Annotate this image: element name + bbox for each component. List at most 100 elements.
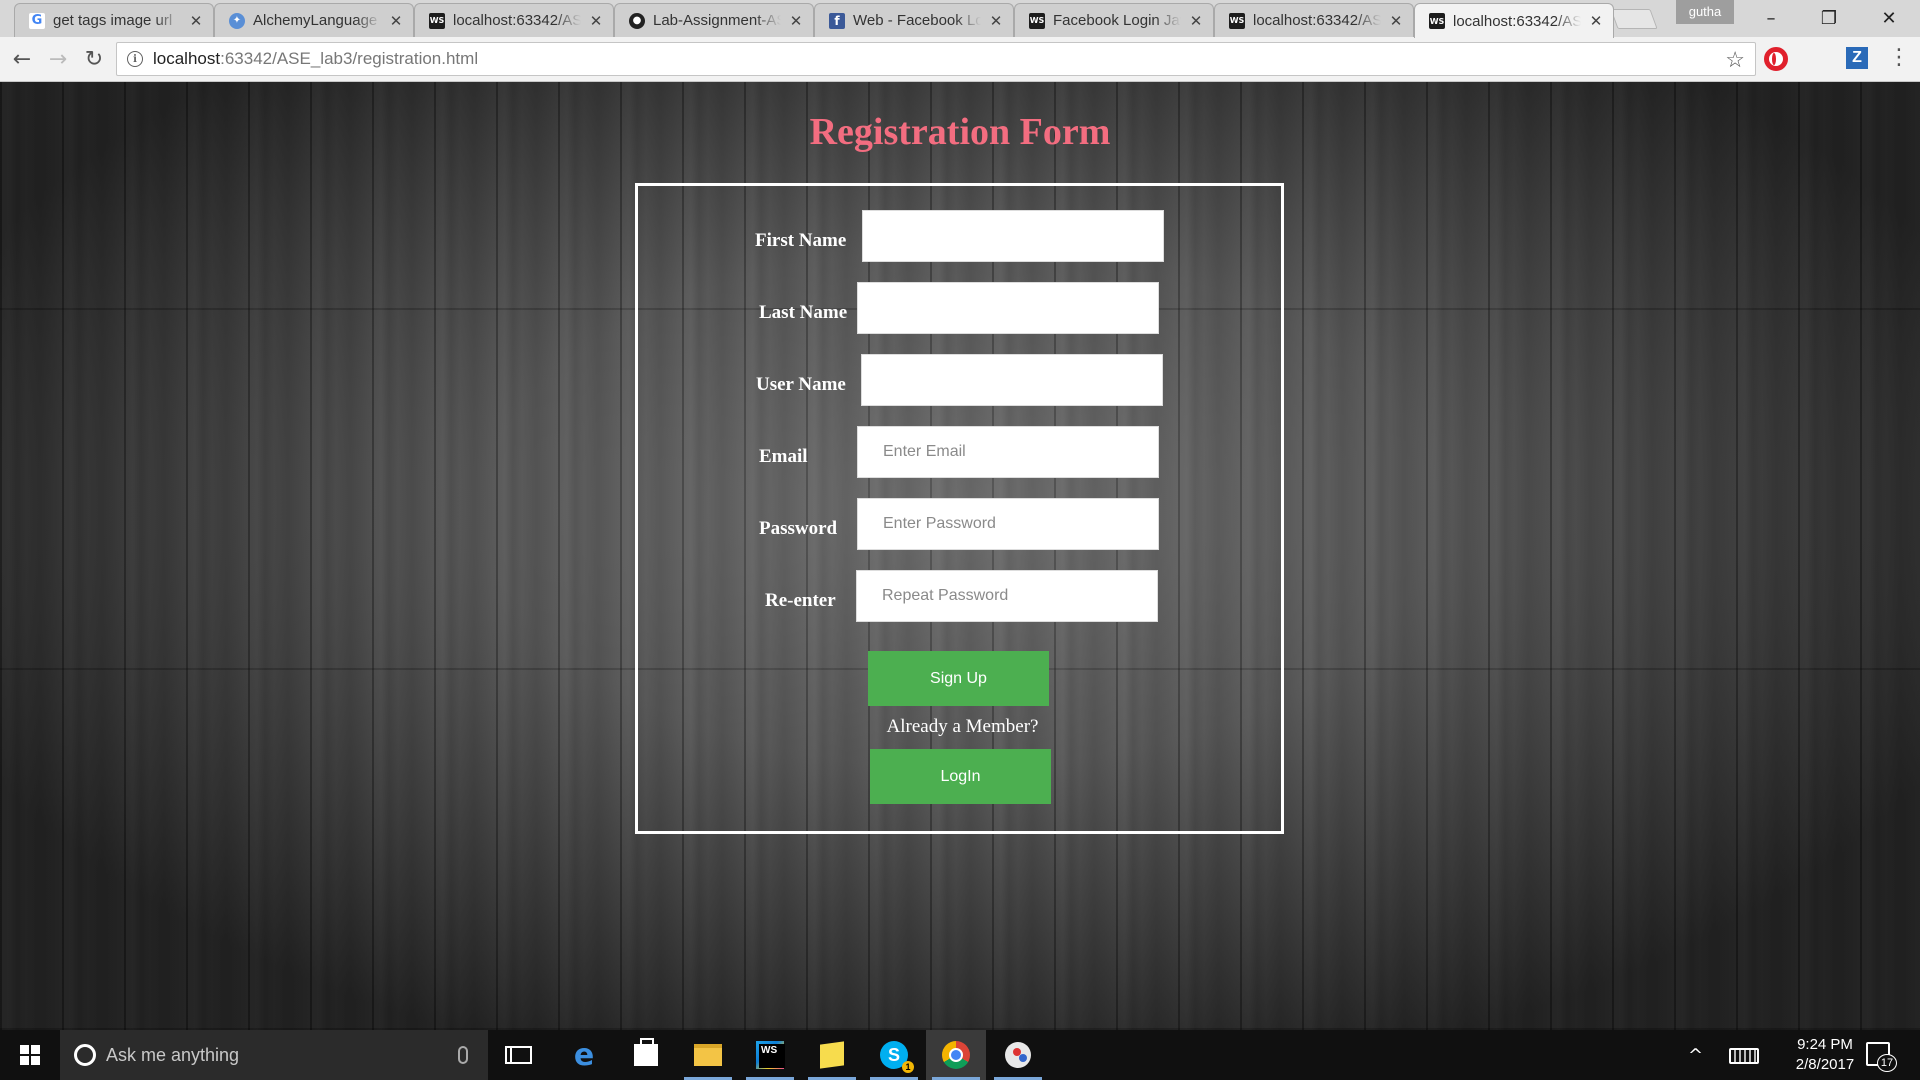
first-name-label: First Name [755, 230, 847, 251]
new-tab-button[interactable] [1610, 9, 1658, 29]
back-arrow-icon[interactable]: ← [6, 43, 38, 75]
tab-get-tags[interactable]: G get tags image url ✕ [14, 3, 214, 37]
password-label: Password [759, 518, 838, 539]
webstorm-icon: WS [1229, 12, 1245, 29]
first-name-field[interactable] [862, 210, 1164, 262]
sign-up-button[interactable]: Sign Up [868, 651, 1049, 706]
task-view-icon [510, 1046, 532, 1064]
zotero-extension-icon[interactable]: Z [1846, 47, 1868, 69]
taskbar-skype[interactable]: S [864, 1030, 924, 1080]
taskbar-chrome[interactable] [926, 1030, 986, 1080]
address-bar[interactable]: i localhost:63342/ASE_lab3/registration.… [116, 42, 1756, 76]
show-hidden-icons-chevron-icon[interactable]: ^ [1688, 1045, 1703, 1066]
chrome-icon [942, 1041, 970, 1069]
user-name-label: User Name [756, 374, 846, 395]
tab-lab-assignment[interactable]: ● Lab-Assignment-ASE ✕ [614, 3, 814, 37]
clock-date: 2/8/2017 [1795, 1056, 1855, 1073]
url-path: :63342/ASE_lab3/registration.html [220, 49, 479, 68]
microphone-icon[interactable] [458, 1046, 468, 1064]
sticky-notes-icon [820, 1041, 844, 1069]
forward-arrow-icon[interactable]: → [42, 43, 74, 75]
url-text[interactable]: localhost:63342/ASE_lab3/registration.ht… [153, 49, 478, 69]
taskbar-store[interactable] [616, 1030, 676, 1080]
notification-count-badge: 17 [1877, 1054, 1897, 1072]
close-icon[interactable]: ✕ [1389, 12, 1403, 30]
webstorm-icon: WS [429, 12, 445, 29]
tab-facebook-web[interactable]: f Web - Facebook Login ✕ [814, 3, 1014, 37]
close-icon[interactable]: ✕ [589, 12, 603, 30]
tab-title: localhost:63342/ASE [1453, 12, 1581, 30]
cortana-icon [74, 1044, 96, 1066]
url-host: localhost [153, 49, 221, 68]
github-icon: ● [629, 12, 645, 29]
tab-title: Lab-Assignment-ASE [653, 12, 781, 29]
kebab-menu-icon[interactable]: ⋮ [1888, 47, 1910, 71]
close-icon[interactable]: ✕ [1589, 12, 1603, 30]
close-icon[interactable]: ✕ [189, 12, 203, 30]
tab-facebook-login[interactable]: WS Facebook Login JavaScript ✕ [1014, 3, 1214, 37]
reload-icon[interactable]: ↻ [78, 43, 110, 75]
bookmark-star-icon[interactable]: ☆ [1725, 47, 1745, 73]
tab-title: localhost:63342/ASE [1253, 12, 1381, 29]
tab-alchemy[interactable]: ✦ AlchemyLanguage ✕ [214, 3, 414, 37]
folder-icon [694, 1044, 722, 1066]
opera-extension-icon[interactable] [1764, 47, 1788, 71]
webstorm-icon: WS [1429, 13, 1445, 29]
reenter-label: Re-enter [765, 590, 836, 611]
facebook-icon: f [829, 12, 845, 29]
last-name-label: Last Name [759, 302, 848, 323]
tab-title: localhost:63342/ASE [453, 12, 581, 29]
password-field[interactable] [857, 498, 1159, 550]
skype-icon: S [880, 1041, 914, 1073]
email-field[interactable] [857, 426, 1159, 478]
page-title: Registration Form [809, 111, 1111, 153]
close-icon[interactable]: ✕ [789, 12, 803, 30]
alchemy-icon: ✦ [229, 12, 245, 29]
tab-title: Web - Facebook Login [853, 12, 981, 29]
tab-localhost-1[interactable]: WS localhost:63342/ASE ✕ [414, 3, 614, 37]
page-viewport: Registration Form First Name Last Name U… [0, 82, 1920, 1030]
taskbar-sticky-notes[interactable] [802, 1030, 862, 1080]
clock-time: 9:24 PM [1797, 1036, 1853, 1053]
touch-keyboard-icon[interactable] [1729, 1048, 1759, 1064]
start-button[interactable] [0, 1030, 60, 1080]
browser-toolbar: ← → ↻ i localhost:63342/ASE_lab3/registr… [0, 37, 1920, 82]
browser-tab-strip: G get tags image url ✕ ✦ AlchemyLanguage… [0, 0, 1920, 38]
already-member-text: Already a Member? [886, 716, 1039, 737]
cortana-search-box[interactable]: Ask me anything [60, 1030, 488, 1080]
google-icon: G [29, 12, 45, 29]
login-button[interactable]: LogIn [870, 749, 1051, 804]
user-name-field[interactable] [861, 354, 1163, 406]
taskbar-paint[interactable] [988, 1030, 1048, 1080]
windows-logo-icon [20, 1045, 40, 1065]
tab-title: get tags image url [53, 12, 173, 29]
info-icon[interactable]: i [127, 51, 143, 67]
taskbar-edge[interactable]: e [554, 1030, 614, 1080]
webstorm-icon [756, 1041, 785, 1069]
store-icon [634, 1038, 658, 1066]
last-name-field[interactable] [857, 282, 1159, 334]
tab-localhost-active[interactable]: WS localhost:63342/ASE ✕ [1414, 3, 1614, 38]
reenter-password-field[interactable] [856, 570, 1158, 622]
tab-title: Facebook Login JavaScript [1053, 12, 1181, 29]
paint-icon [1005, 1042, 1031, 1068]
tab-localhost-2[interactable]: WS localhost:63342/ASE ✕ [1214, 3, 1414, 37]
close-icon[interactable]: ✕ [989, 12, 1003, 30]
tab-title: AlchemyLanguage [253, 12, 378, 29]
minimize-icon[interactable]: – [1742, 0, 1800, 36]
profile-button[interactable]: gutha [1676, 0, 1734, 24]
close-icon[interactable]: ✕ [1189, 12, 1203, 30]
email-label: Email [759, 446, 808, 467]
restore-icon[interactable]: ❐ [1800, 0, 1858, 36]
search-placeholder: Ask me anything [106, 1044, 240, 1065]
task-view-button[interactable] [491, 1030, 551, 1080]
registration-form: First Name Last Name User Name Email Pas… [635, 183, 1284, 834]
close-icon[interactable]: ✕ [389, 12, 403, 30]
edge-icon: e [573, 1037, 595, 1073]
close-window-icon[interactable]: ✕ [1858, 0, 1920, 36]
taskbar-webstorm[interactable] [740, 1030, 800, 1080]
system-clock[interactable]: 9:24 PM 2/8/2017 [1770, 1035, 1880, 1075]
windows-taskbar: Ask me anything e S ^ 9:24 PM 2/8/2017 1… [0, 1030, 1920, 1080]
taskbar-file-explorer[interactable] [678, 1030, 738, 1080]
webstorm-icon: WS [1029, 12, 1045, 29]
